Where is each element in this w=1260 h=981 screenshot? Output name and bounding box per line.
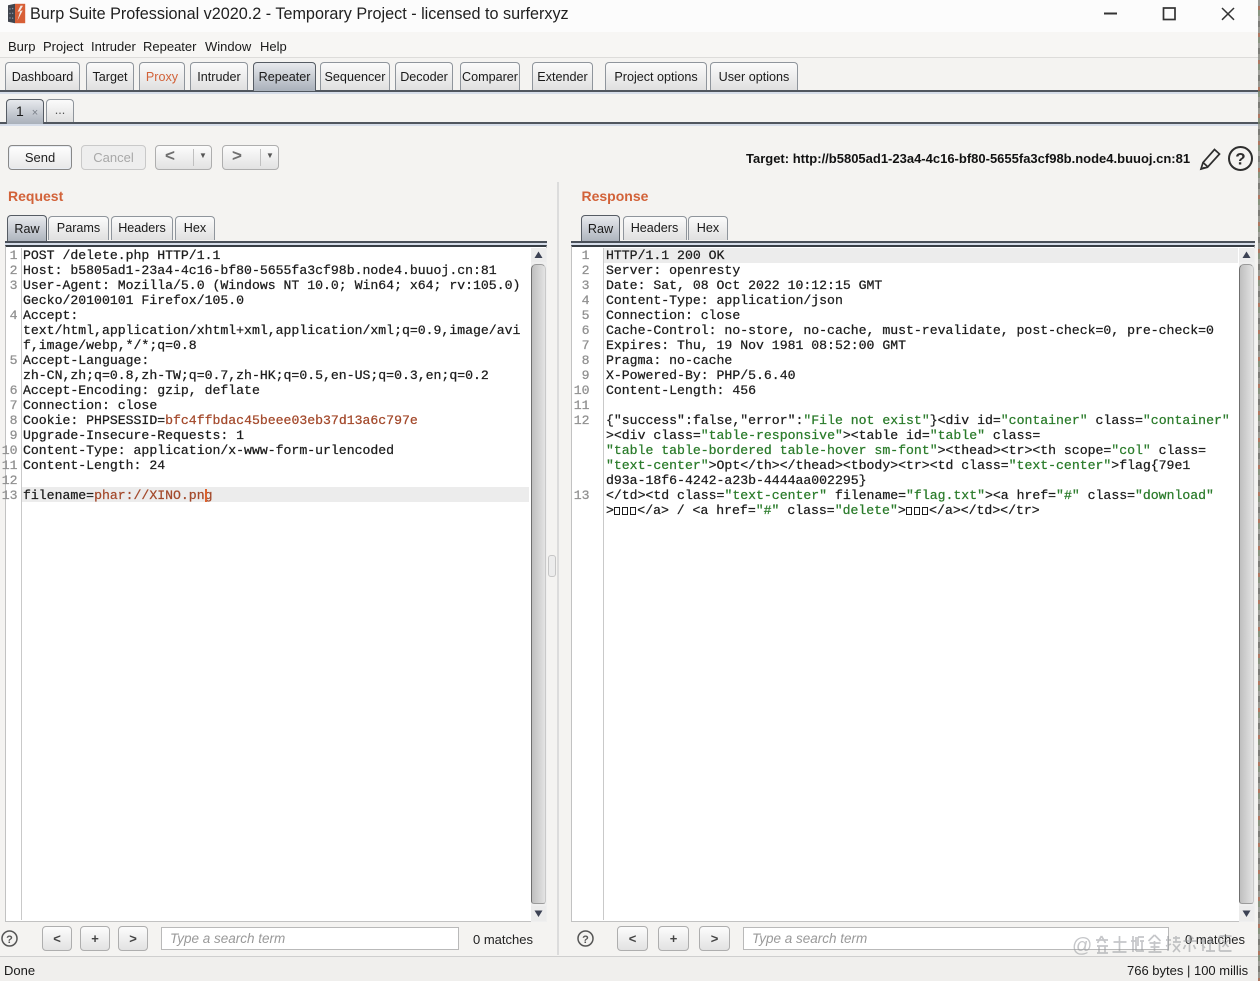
svg-text:?: ? (1235, 150, 1245, 169)
svg-text:?: ? (582, 934, 589, 946)
svg-text:?: ? (6, 934, 13, 946)
svg-text:@: @ (1072, 935, 1092, 957)
